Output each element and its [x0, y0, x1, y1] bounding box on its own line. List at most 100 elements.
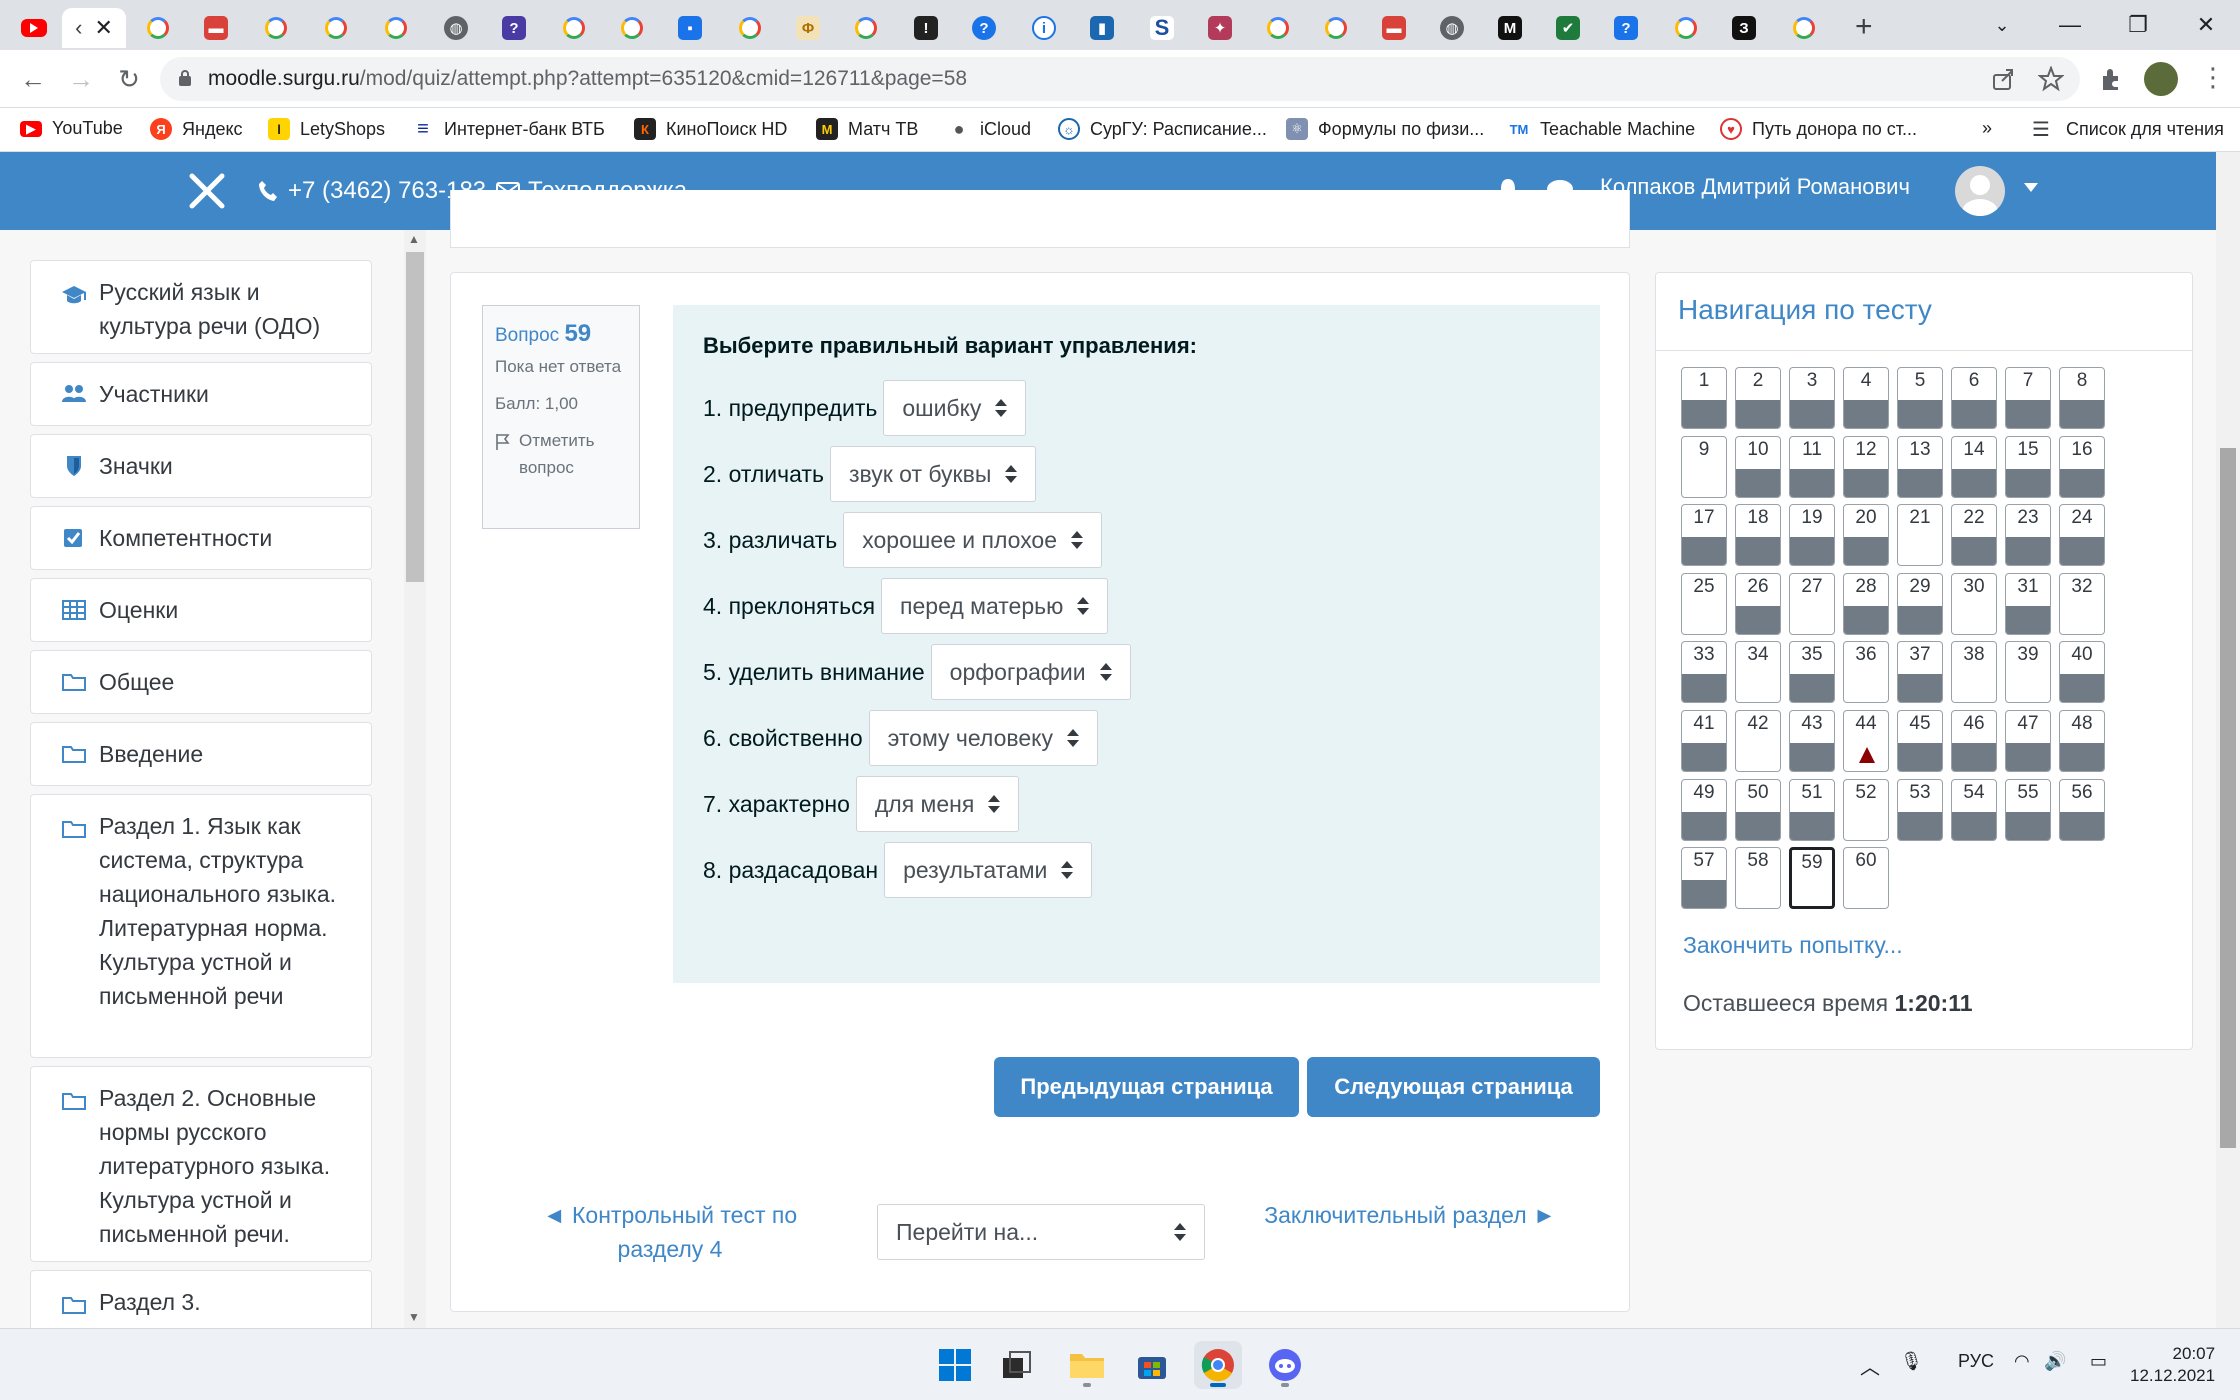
drawer-item-section-1[interactable]: Раздел 1. Язык как система, структура на…: [30, 794, 372, 1058]
browser-tab[interactable]: ✔: [1540, 8, 1596, 48]
question-nav-button[interactable]: 43: [1789, 710, 1835, 772]
drawer-item-participants[interactable]: Участники: [30, 362, 372, 426]
browser-tab[interactable]: ?: [486, 8, 542, 48]
question-nav-button[interactable]: 10: [1735, 436, 1781, 498]
bookmark-physics-formulas[interactable]: ⚛ Формулы по физи...: [1286, 118, 1484, 140]
browser-tab[interactable]: [1658, 8, 1714, 48]
match-select[interactable]: звук от буквы: [829, 446, 1037, 502]
bookmark-matchtv[interactable]: M Матч ТВ: [816, 118, 918, 140]
chrome-button[interactable]: [1194, 1341, 1242, 1389]
question-nav-button[interactable]: 37: [1897, 641, 1943, 703]
question-nav-button[interactable]: 41: [1681, 710, 1727, 772]
question-nav-button[interactable]: 32: [2059, 573, 2105, 635]
user-menu-caret-icon[interactable]: [2024, 183, 2038, 192]
browser-tab[interactable]: ▬: [188, 8, 244, 48]
next-activity-link[interactable]: Заключительный раздел ►: [1260, 1198, 1560, 1232]
question-nav-button[interactable]: 23: [2005, 504, 2051, 566]
page-scrollbar-thumb[interactable]: [2220, 448, 2236, 1148]
question-nav-button[interactable]: 17: [1681, 504, 1727, 566]
battery-icon[interactable]: ▭: [2090, 1351, 2107, 1372]
question-nav-button[interactable]: 22: [1951, 504, 1997, 566]
question-nav-button[interactable]: 16: [2059, 436, 2105, 498]
avatar[interactable]: [1955, 166, 2005, 216]
question-nav-button[interactable]: 50: [1735, 779, 1781, 841]
browser-tab[interactable]: ?: [1598, 8, 1654, 48]
reading-list-button[interactable]: ☰ Список для чтения: [2030, 118, 2224, 141]
question-nav-button[interactable]: 52: [1843, 779, 1889, 841]
browser-tab[interactable]: [130, 8, 186, 48]
profile-avatar[interactable]: [2144, 62, 2178, 96]
bookmark-youtube[interactable]: ▶ YouTube: [20, 118, 123, 139]
flag-question-button[interactable]: Отметить вопрос: [495, 427, 627, 481]
question-nav-button[interactable]: 3: [1789, 367, 1835, 429]
drawer-item-competencies[interactable]: Компетентности: [30, 506, 372, 570]
explorer-button[interactable]: [1063, 1341, 1111, 1389]
question-nav-button[interactable]: 8: [2059, 367, 2105, 429]
question-nav-button[interactable]: 58: [1735, 847, 1781, 909]
match-select[interactable]: перед матерью: [881, 578, 1109, 634]
question-nav-button[interactable]: 56: [2059, 779, 2105, 841]
store-button[interactable]: [1128, 1341, 1176, 1389]
question-nav-button[interactable]: 18: [1735, 504, 1781, 566]
question-nav-button[interactable]: 57: [1681, 847, 1727, 909]
question-nav-button[interactable]: 35: [1789, 641, 1835, 703]
question-nav-button[interactable]: 5: [1897, 367, 1943, 429]
match-select[interactable]: хорошее и плохое: [843, 512, 1103, 568]
browser-tab-youtube[interactable]: [6, 8, 62, 48]
drawer-item-section-3[interactable]: Раздел 3.: [30, 1270, 372, 1328]
question-nav-button[interactable]: 29: [1897, 573, 1943, 635]
close-drawer-icon[interactable]: [188, 172, 226, 210]
match-select[interactable]: результатами: [884, 842, 1093, 898]
question-nav-button[interactable]: 1: [1681, 367, 1727, 429]
question-nav-button[interactable]: 11: [1789, 436, 1835, 498]
question-nav-button[interactable]: 45: [1897, 710, 1943, 772]
browser-tab[interactable]: M: [1482, 8, 1538, 48]
bookmark-icloud[interactable]: ● iCloud: [948, 118, 1031, 140]
bookmark-donor[interactable]: ♥ Путь донора по ст...: [1720, 118, 1917, 140]
browser-tab[interactable]: [248, 8, 304, 48]
close-window-button[interactable]: ✕: [2172, 0, 2240, 50]
address-bar[interactable]: moodle.surgu.ru/mod/quiz/attempt.php?att…: [160, 57, 2080, 101]
browser-tab[interactable]: ▮: [1074, 8, 1130, 48]
question-nav-button[interactable]: 14: [1951, 436, 1997, 498]
share-icon[interactable]: [1990, 66, 2016, 92]
browser-tab[interactable]: ▬: [1366, 8, 1422, 48]
chrome-menu-icon[interactable]: ⋮: [2200, 62, 2226, 93]
bookmark-yandex[interactable]: Я Яндекс: [150, 118, 243, 140]
drawer-item-course[interactable]: Русский язык и культура речи (ОДО): [30, 260, 372, 354]
browser-tab[interactable]: [838, 8, 894, 48]
question-nav-button[interactable]: 47: [2005, 710, 2051, 772]
browser-tab[interactable]: [604, 8, 660, 48]
browser-tab[interactable]: ▪: [662, 8, 718, 48]
browser-tab[interactable]: S: [1134, 8, 1190, 48]
reload-button[interactable]: ↻: [110, 60, 148, 98]
question-nav-button[interactable]: 19: [1789, 504, 1835, 566]
next-page-button[interactable]: Следующая страница: [1307, 1057, 1600, 1117]
match-select[interactable]: ошибку: [883, 380, 1027, 436]
question-nav-button[interactable]: 53: [1897, 779, 1943, 841]
question-nav-button[interactable]: 12: [1843, 436, 1889, 498]
task-view-button[interactable]: [993, 1341, 1041, 1389]
tab-close-icon[interactable]: ✕: [94, 15, 112, 41]
bookmark-teachable-machine[interactable]: TM Teachable Machine: [1508, 118, 1695, 140]
browser-tab[interactable]: [722, 8, 778, 48]
bookmark-letyshops[interactable]: l LetyShops: [268, 118, 385, 140]
drawer-item-section-2[interactable]: Раздел 2. Основные нормы русского литера…: [30, 1066, 372, 1262]
question-nav-button[interactable]: 20: [1843, 504, 1889, 566]
previous-activity-link[interactable]: ◄ Контрольный тест по разделу 4: [520, 1198, 820, 1266]
question-nav-button[interactable]: 21: [1897, 504, 1943, 566]
previous-page-button[interactable]: Предыдущая страница: [994, 1057, 1299, 1117]
bookmark-star-icon[interactable]: [2038, 66, 2064, 92]
question-nav-button[interactable]: 39: [2005, 641, 2051, 703]
tab-search-icon[interactable]: ⌄: [1968, 0, 2036, 50]
minimize-button[interactable]: —: [2036, 0, 2104, 50]
question-nav-button[interactable]: 13: [1897, 436, 1943, 498]
microphone-icon[interactable]: 🎙: [1900, 1351, 1923, 1372]
drawer-scrollbar-thumb[interactable]: [406, 252, 424, 582]
match-select[interactable]: этому человеку: [868, 710, 1098, 766]
discord-button[interactable]: [1261, 1341, 1309, 1389]
extensions-icon[interactable]: [2098, 66, 2124, 92]
drawer-item-intro[interactable]: Введение: [30, 722, 372, 786]
scroll-up-icon[interactable]: ▲: [408, 232, 420, 246]
new-tab-button[interactable]: +: [1855, 10, 1873, 44]
